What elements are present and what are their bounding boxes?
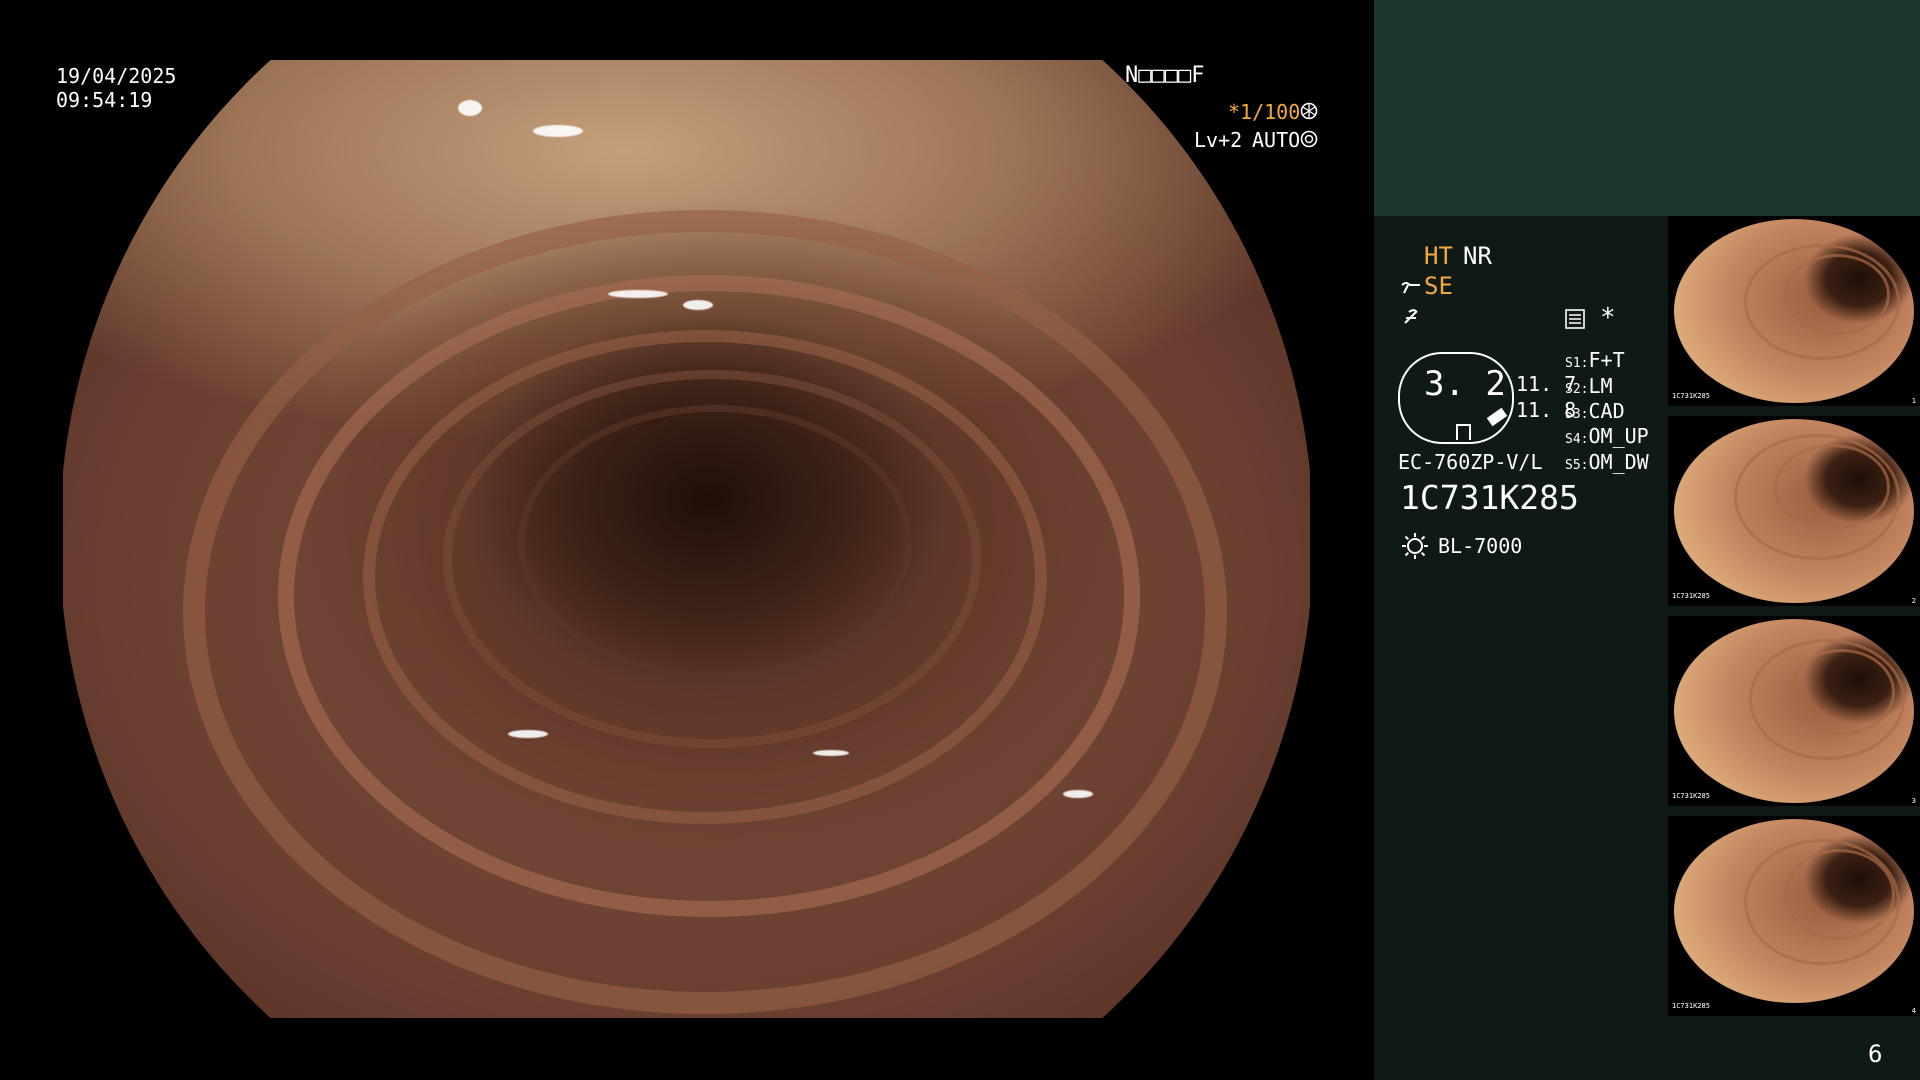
thumbnail-image <box>1674 819 1914 1003</box>
time-text: 09:54:19 <box>56 88 153 112</box>
structure-enhance-icon <box>1400 279 1422 297</box>
specular-highlight <box>533 125 583 137</box>
captured-thumbnail[interactable]: 1C731K285 1 <box>1668 216 1920 406</box>
specular-highlight <box>508 730 548 738</box>
mucosal-fold <box>518 405 912 679</box>
thumbnail-index: 2 <box>1911 597 1916 605</box>
dial-notch <box>1456 424 1471 440</box>
asterisk-marker: * <box>1600 303 1616 333</box>
zoom-value: 3. 2 <box>1424 364 1506 404</box>
patient-code: N□□□□F <box>1125 63 1205 88</box>
thumbnail-index: 1 <box>1911 397 1916 405</box>
info-panel-header <box>1374 0 1920 216</box>
specular-highlight <box>683 300 713 310</box>
thumbnail-label: 1C731K285 <box>1672 1002 1710 1010</box>
mode-ht: HT <box>1424 242 1453 270</box>
captured-thumbnail[interactable]: 1C731K285 4 <box>1668 816 1920 1016</box>
date-text: 19/04/2025 <box>56 64 177 88</box>
page-number: 6 <box>1868 1040 1883 1068</box>
scope-model: EC-760ZP-V/L <box>1398 450 1543 474</box>
thumbnail-label: 1C731K285 <box>1672 592 1710 600</box>
captured-thumbnail[interactable]: 1C731K285 2 <box>1668 416 1920 606</box>
iris-icon <box>1300 130 1318 148</box>
enhancement-level: Lv+2 <box>1194 128 1243 152</box>
mode-nr: NR <box>1463 242 1492 270</box>
thumbnail-image <box>1674 419 1914 603</box>
thumbnail-index: 3 <box>1911 797 1916 805</box>
specular-highlight <box>813 750 849 756</box>
shutter-speed: *1/100 <box>1228 100 1301 124</box>
scope-serial: 1C731K285 <box>1400 478 1579 517</box>
frequency-icon <box>1402 308 1422 328</box>
thumbnail-image <box>1674 619 1914 803</box>
light-source: BL-7000 <box>1438 534 1523 558</box>
endoscope-view <box>63 60 1310 1018</box>
thumbnail-label: 1C731K285 <box>1672 792 1710 800</box>
captured-thumbnail[interactable]: 1C731K285 3 <box>1668 616 1920 806</box>
light-source-icon <box>1401 532 1429 560</box>
specular-highlight <box>608 290 668 298</box>
iris-mode: AUTO <box>1252 128 1301 152</box>
thumbnail-image <box>1674 219 1914 403</box>
aperture-icon <box>1300 102 1318 120</box>
mode-se: SE <box>1424 272 1453 300</box>
specular-highlight <box>458 100 482 116</box>
thumbnail-label: 1C731K285 <box>1672 392 1710 400</box>
record-list-icon <box>1565 309 1585 329</box>
specular-highlight <box>1063 790 1093 798</box>
thumbnail-index: 4 <box>1911 1007 1916 1015</box>
